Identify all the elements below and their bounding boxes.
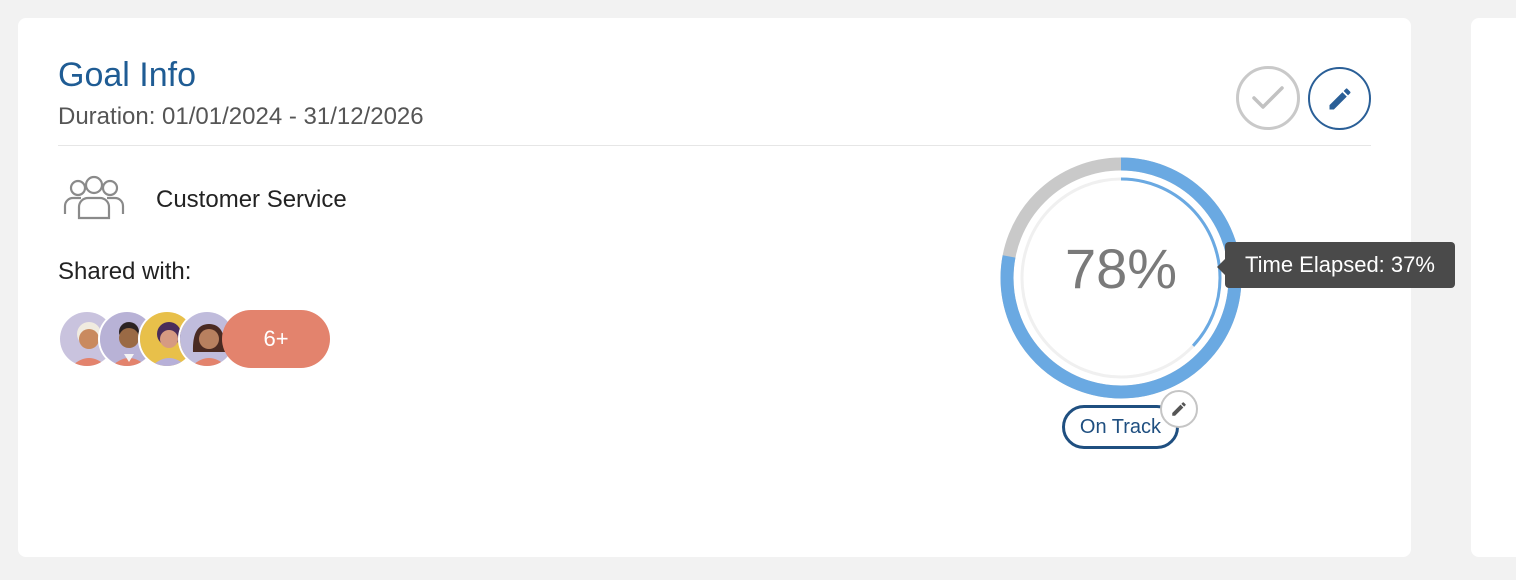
progress-percent: 78%: [1064, 237, 1178, 300]
check-icon: [1252, 86, 1284, 109]
mark-complete-button[interactable]: [1236, 66, 1300, 130]
team-icon: [63, 175, 125, 220]
pencil-icon: [1172, 402, 1186, 416]
pencil-icon: [1329, 87, 1351, 109]
team-name: Customer Service: [156, 186, 347, 213]
edit-status-button[interactable]: [1160, 390, 1198, 428]
time-elapsed-tooltip: Time Elapsed: 37%: [1225, 242, 1455, 288]
edit-goal-button[interactable]: [1308, 67, 1371, 130]
goal-title: Goal Info: [58, 56, 196, 94]
shared-with-label: Shared with:: [58, 258, 192, 285]
more-shared-button[interactable]: 6+: [222, 310, 330, 368]
goal-duration: Duration: 01/01/2024 - 31/12/2026: [58, 103, 424, 130]
goal-card: Goal Info Duration: 01/01/2024 - 31/12/2…: [18, 18, 1455, 557]
divider: [58, 145, 1371, 146]
adjacent-card: [1471, 18, 1516, 557]
shared-avatars: 6+: [58, 310, 358, 370]
